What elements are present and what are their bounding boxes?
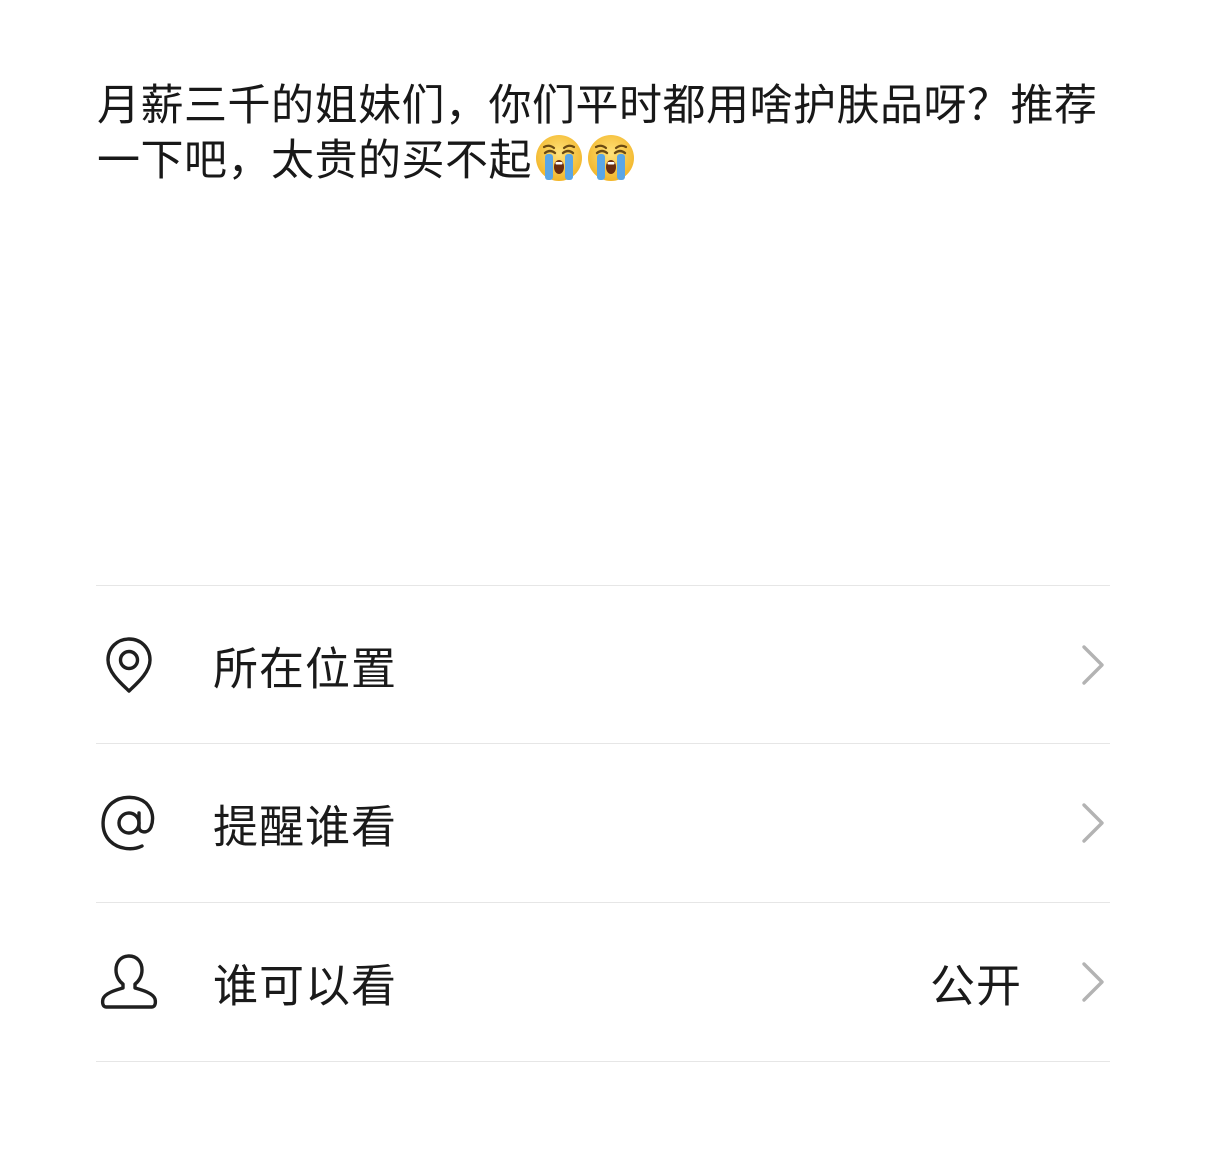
chevron-right-icon (1082, 962, 1104, 1002)
option-label-location: 所在位置 (213, 642, 398, 696)
chevron-right-icon (1082, 803, 1104, 843)
option-label-mention: 提醒谁看 (213, 800, 398, 854)
divider (96, 1061, 1110, 1062)
post-text-input[interactable]: 月薪三千的姐妹们，你们平时都用啥护肤品呀？推荐一下吧，太贵的买不起 (97, 80, 1107, 188)
option-label-visibility: 谁可以看 (213, 959, 398, 1013)
loudly-crying-face-icon (536, 135, 582, 181)
option-row-mention[interactable]: 提醒谁看 (96, 744, 1110, 902)
location-pin-icon (106, 637, 152, 693)
loudly-crying-face-icon (588, 135, 634, 181)
option-row-location[interactable]: 所在位置 (96, 586, 1110, 744)
option-row-visibility[interactable]: 谁可以看 公开 (96, 903, 1110, 1061)
at-sign-icon (101, 795, 155, 851)
person-icon (100, 954, 158, 1009)
chevron-right-icon (1082, 645, 1104, 685)
option-value-visibility: 公开 (929, 959, 1022, 1013)
